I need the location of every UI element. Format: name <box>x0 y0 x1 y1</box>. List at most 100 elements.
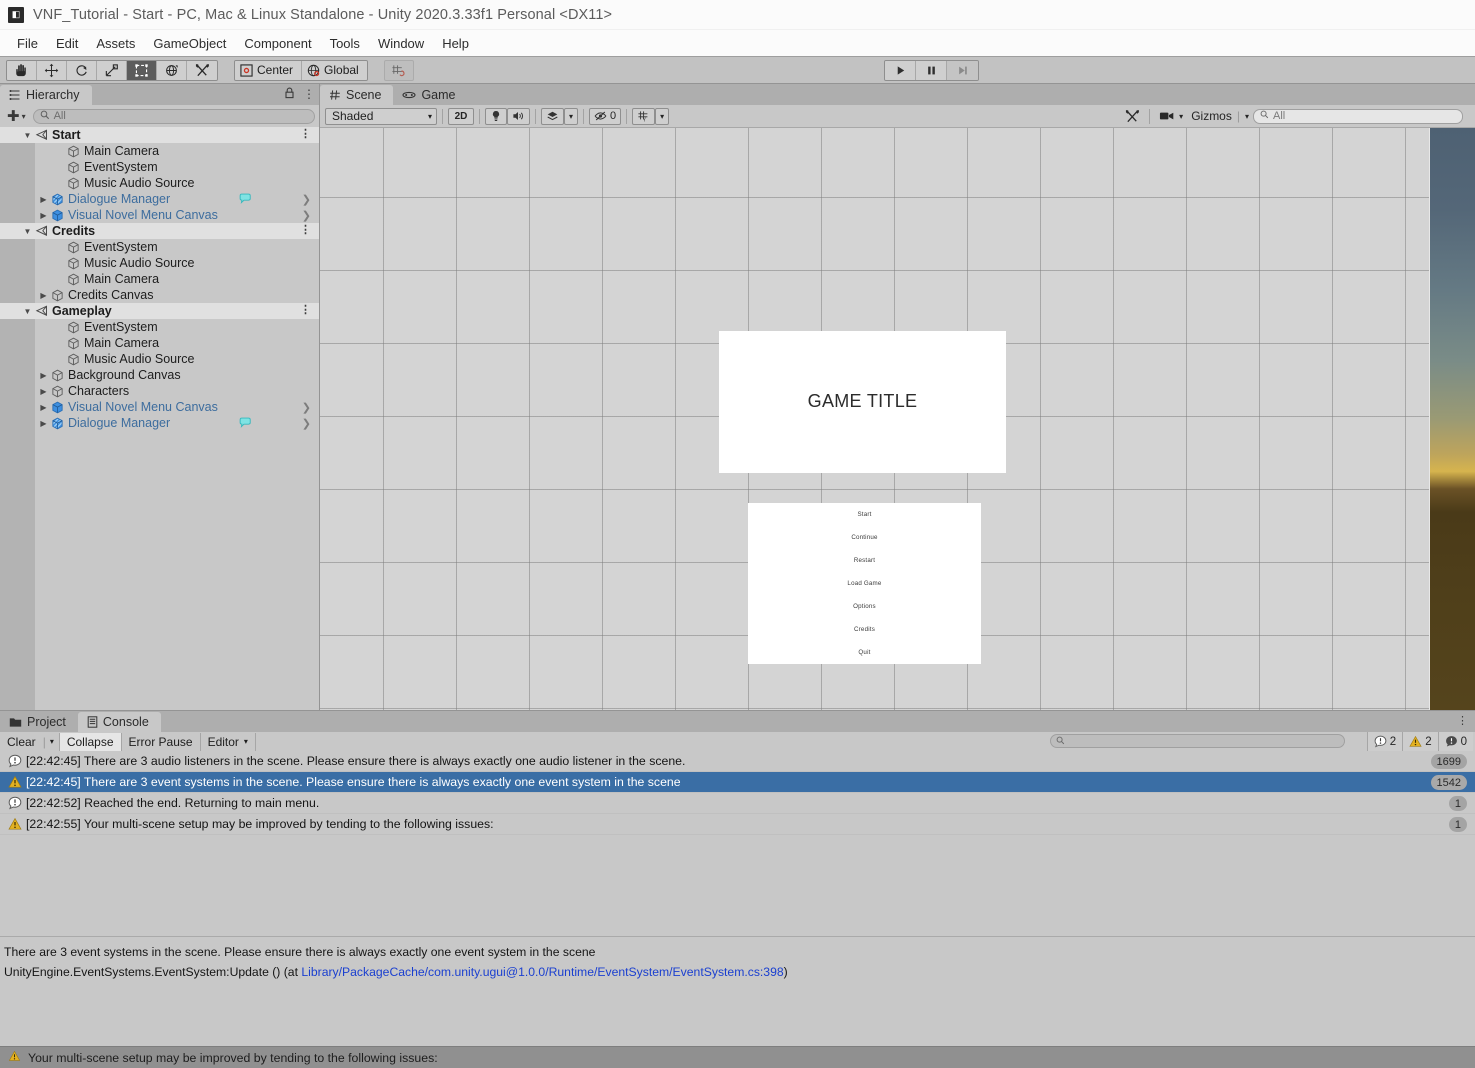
expand-triangle-icon[interactable]: ▶ <box>38 419 49 428</box>
menu-component[interactable]: Component <box>235 34 320 53</box>
hierarchy-search-input[interactable]: All <box>32 108 315 124</box>
scene-grid-button[interactable]: Y <box>632 107 656 125</box>
tab-project[interactable]: Project <box>0 712 78 732</box>
menu-assets[interactable]: Assets <box>87 34 144 53</box>
scale-tool[interactable] <box>97 60 127 80</box>
rotate-tool[interactable] <box>67 60 97 80</box>
menu-tools[interactable]: Tools <box>321 34 369 53</box>
open-prefab-chevron-icon[interactable]: ❯ <box>302 401 311 414</box>
title-canvas[interactable]: GAME TITLE <box>719 331 1006 473</box>
hierarchy-item-row[interactable]: ▶ Visual Novel Menu Canvas ❯ <box>0 399 319 415</box>
hierarchy-item-row[interactable]: ▶ Visual Novel Menu Canvas ❯ <box>0 207 319 223</box>
hierarchy-item-row[interactable]: Main Camera <box>0 271 319 287</box>
open-prefab-chevron-icon[interactable]: ❯ <box>302 417 311 430</box>
hierarchy-item-row[interactable]: ▶ Credits Canvas <box>0 287 319 303</box>
error-pause-toggle[interactable]: Error Pause <box>121 732 201 751</box>
expand-triangle-icon[interactable]: ▶ <box>38 291 49 300</box>
scene-fx-button[interactable] <box>541 107 564 125</box>
scene-camera-button[interactable]: ▾ <box>1155 108 1187 125</box>
scene-tools-button[interactable] <box>1121 108 1144 125</box>
create-gameobject-button[interactable]: ✚ ▾ <box>4 107 29 125</box>
expand-triangle-icon[interactable]: ▶ <box>38 371 49 380</box>
console-search-input[interactable] <box>1050 734 1345 748</box>
console-log-row[interactable]: [22:42:45] There are 3 audio listeners i… <box>0 751 1475 772</box>
console-log-row[interactable]: [22:42:52] Reached the end. Returning to… <box>0 793 1475 814</box>
hierarchy-item-row[interactable]: ▶ Characters <box>0 383 319 399</box>
menu-help[interactable]: Help <box>433 34 478 53</box>
menu-file[interactable]: File <box>8 34 47 53</box>
console-log-row[interactable]: [22:42:45] There are 3 event systems in … <box>0 772 1475 793</box>
hierarchy-item-row[interactable]: EventSystem <box>0 319 319 335</box>
hierarchy-item-row[interactable]: Music Audio Source <box>0 175 319 191</box>
console-detail-pane[interactable]: There are 3 event systems in the scene. … <box>0 936 1475 1051</box>
hierarchy-item-row[interactable]: Music Audio Source <box>0 255 319 271</box>
pivot-mode-button[interactable]: Center <box>235 60 303 80</box>
hierarchy-item-row[interactable]: ▶ Background Canvas <box>0 367 319 383</box>
menu-gameobject[interactable]: GameObject <box>144 34 235 53</box>
hierarchy-tree[interactable]: ▼ Start ⋮ Main Camera EventSystem Music Audio… <box>0 127 319 710</box>
hierarchy-item-row[interactable]: EventSystem <box>0 159 319 175</box>
open-prefab-chevron-icon[interactable]: ❯ <box>302 193 311 206</box>
hierarchy-scene-row[interactable]: ▼ Gameplay ⋮ <box>0 303 319 319</box>
scene-audio-toggle[interactable] <box>507 107 530 125</box>
error-count[interactable]: 0 <box>1437 732 1473 751</box>
pause-button[interactable] <box>916 61 947 80</box>
move-tool[interactable] <box>37 60 67 80</box>
transform-tool[interactable] <box>157 60 187 80</box>
expand-triangle-icon[interactable]: ▶ <box>38 211 49 220</box>
menu-button[interactable]: Continue <box>748 526 981 549</box>
rect-transform-tool[interactable] <box>127 60 157 80</box>
hierarchy-item-row[interactable]: Music Audio Source <box>0 351 319 367</box>
collapse-triangle-icon[interactable]: ▼ <box>22 131 33 140</box>
menu-button[interactable]: Start <box>748 503 981 526</box>
toggle-2d-button[interactable]: 2D <box>448 107 474 125</box>
step-button[interactable] <box>947 61 978 80</box>
clear-dropdown[interactable]: | ▾ <box>39 732 60 751</box>
grid-snapping-button[interactable] <box>383 59 414 81</box>
scene-hidden-objects-button[interactable]: 0 <box>589 107 622 125</box>
menu-edit[interactable]: Edit <box>47 34 87 53</box>
scene-context-menu-kebab[interactable]: ⋮ <box>300 304 311 317</box>
console-log-list[interactable]: [22:42:45] There are 3 audio listeners i… <box>0 751 1475 936</box>
scene-context-menu-kebab[interactable]: ⋮ <box>300 128 311 141</box>
hand-tool[interactable] <box>7 60 37 80</box>
scene-grid-dropdown[interactable]: ▾ <box>655 107 670 125</box>
scene-viewport[interactable]: GAME TITLE Start Continue Restart Load Game… <box>320 128 1475 710</box>
draw-mode-dropdown[interactable]: Shaded ▾ <box>325 107 437 125</box>
expand-triangle-icon[interactable]: ▶ <box>38 403 49 412</box>
tab-hierarchy[interactable]: Hierarchy <box>0 84 92 105</box>
hierarchy-scene-row[interactable]: ▼ Credits ⋮ <box>0 223 319 239</box>
scene-lighting-toggle[interactable] <box>485 107 507 125</box>
collapse-triangle-icon[interactable]: ▼ <box>22 227 33 236</box>
menu-button[interactable]: Options <box>748 595 981 618</box>
menu-button[interactable]: Credits <box>748 618 981 641</box>
status-bar[interactable]: Your multi-scene setup may be improved b… <box>0 1046 1475 1068</box>
scene-fx-dropdown[interactable]: ▾ <box>564 107 578 125</box>
hierarchy-item-row[interactable]: Main Camera <box>0 143 319 159</box>
collapse-toggle[interactable]: Collapse <box>59 732 122 751</box>
menu-button[interactable]: Restart <box>748 549 981 572</box>
scene-search-input[interactable]: All <box>1253 108 1463 124</box>
hierarchy-item-row[interactable]: EventSystem <box>0 239 319 255</box>
gizmos-button[interactable]: Gizmos | ▾ <box>1187 108 1253 125</box>
tab-console[interactable]: Console <box>77 712 161 732</box>
open-prefab-chevron-icon[interactable]: ❯ <box>302 209 311 222</box>
editor-dropdown[interactable]: Editor ▾ <box>200 732 256 751</box>
hierarchy-scene-row[interactable]: ▼ Start ⋮ <box>0 127 319 143</box>
warning-count[interactable]: 2 <box>1402 732 1438 751</box>
tab-game[interactable]: Game <box>393 85 468 105</box>
tab-scene[interactable]: Scene <box>320 85 394 105</box>
expand-triangle-icon[interactable]: ▶ <box>38 387 49 396</box>
menu-button[interactable]: Quit <box>748 641 981 664</box>
console-log-row[interactable]: [22:42:55] Your multi-scene setup may be… <box>0 814 1475 835</box>
hierarchy-menu-kebab[interactable]: ⋮ <box>303 88 315 100</box>
main-menu-canvas[interactable]: Start Continue Restart Load Game Options Cred… <box>748 503 981 665</box>
log-count[interactable]: 2 <box>1366 732 1403 751</box>
scene-context-menu-kebab[interactable]: ⋮ <box>300 224 311 237</box>
hierarchy-item-row[interactable]: Main Camera <box>0 335 319 351</box>
expand-triangle-icon[interactable]: ▶ <box>38 195 49 204</box>
menu-button[interactable]: Load Game <box>748 572 981 595</box>
handle-rotation-button[interactable]: Global <box>302 60 367 80</box>
play-button[interactable] <box>885 61 916 80</box>
custom-editor-tool[interactable] <box>187 60 217 80</box>
